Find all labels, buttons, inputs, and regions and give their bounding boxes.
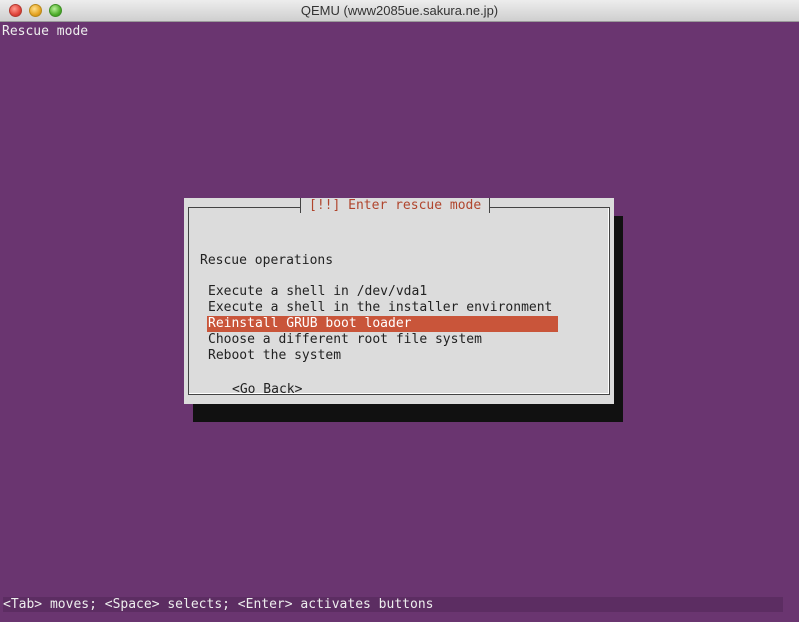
terminal-screen[interactable]: Rescue mode [!!] Enter rescue mode Rescu… (0, 22, 799, 622)
window-titlebar[interactable]: QEMU (www2085ue.sakura.ne.jp) (0, 0, 799, 22)
dialog-title: [!!] Enter rescue mode (300, 198, 491, 213)
menu-item-reboot[interactable]: Reboot the system (207, 348, 558, 364)
go-back-button[interactable]: <Go Back> (232, 382, 302, 397)
screen-title: Rescue mode (2, 24, 89, 39)
qemu-window: QEMU (www2085ue.sakura.ne.jp) Rescue mod… (0, 0, 799, 622)
section-label: Rescue operations (200, 253, 334, 268)
rescue-dialog: [!!] Enter rescue mode Rescue operations… (184, 198, 614, 404)
window-title: QEMU (www2085ue.sakura.ne.jp) (300, 3, 499, 18)
menu-item-execute-shell-vda1[interactable]: Execute a shell in /dev/vda1 (207, 284, 558, 300)
menu-item-reinstall-grub[interactable]: Reinstall GRUB boot loader (207, 316, 558, 332)
menu-item-execute-shell-installer[interactable]: Execute a shell in the installer environ… (207, 300, 558, 316)
menu-item-choose-root-fs[interactable]: Choose a different root file system (207, 332, 558, 348)
rescue-operations-menu: Execute a shell in /dev/vda1 Execute a s… (207, 284, 558, 364)
help-bar: <Tab> moves; <Space> selects; <Enter> ac… (3, 597, 783, 612)
